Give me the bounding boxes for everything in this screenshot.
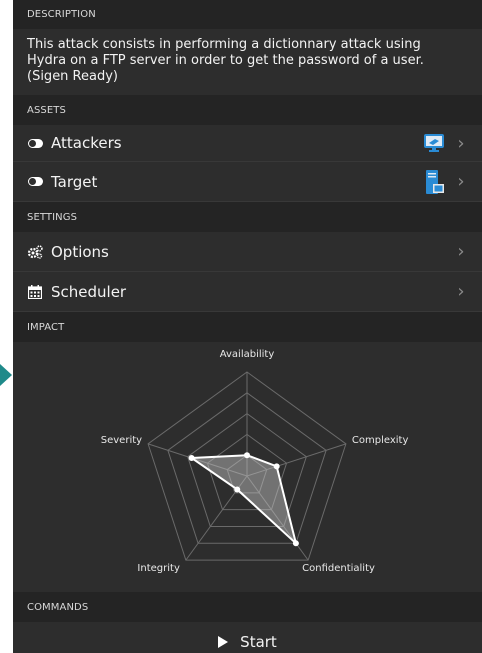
asset-row-target[interactable]: Target › [13,162,482,202]
chevron-right-icon: › [457,132,465,154]
collapse-arrow-icon[interactable] [0,364,12,386]
settings-label-options: Options [51,242,109,261]
description-header: DESCRIPTION [13,0,482,29]
server-icon [426,169,444,194]
cogs-icon [27,244,43,259]
chevron-right-icon: › [457,281,465,302]
radar-chart-svg [147,371,347,561]
toggle-icon[interactable] [27,177,43,186]
attack-detail-panel: DESCRIPTION This attack consists in perf… [13,0,482,653]
page-root: DESCRIPTION This attack consists in perf… [0,0,482,653]
radar-data-point [244,452,250,459]
assets-header: ASSETS [13,95,482,125]
radar-data-point [188,455,195,462]
settings-label-scheduler: Scheduler [51,282,127,301]
start-button[interactable]: Start [13,622,482,653]
chevron-right-icon: › [457,171,465,192]
impact-radar-chart: Availability Complexity Confidentiality … [13,342,482,592]
calendar-icon [27,284,43,299]
radar-data-point [292,540,299,547]
radar-axis-label: Severity [100,434,143,446]
commands-header: COMMANDS [13,592,482,622]
radar-data-point [234,486,241,493]
monitor-icon [424,134,444,152]
asset-row-attackers[interactable]: Attackers › [13,125,482,162]
radar-axis-label: Complexity [351,434,409,446]
toggle-icon[interactable] [27,138,43,148]
radar-data-point [273,463,280,470]
asset-label-attackers: Attackers [51,134,122,152]
settings-row-scheduler[interactable]: Scheduler › [13,272,482,312]
play-icon [218,636,229,648]
radar-axis-label: Integrity [137,563,180,575]
start-label: Start [240,633,277,651]
asset-label-target: Target [51,172,98,191]
radar-axis-label: Confidentiality [302,563,375,575]
radar-axis-label: Availability [219,349,275,360]
settings-row-options[interactable]: Options › [13,232,482,272]
impact-header: IMPACT [13,312,482,342]
chevron-right-icon: › [457,241,465,262]
description-text: This attack consists in performing a dic… [27,37,424,84]
settings-header: SETTINGS [13,202,482,232]
